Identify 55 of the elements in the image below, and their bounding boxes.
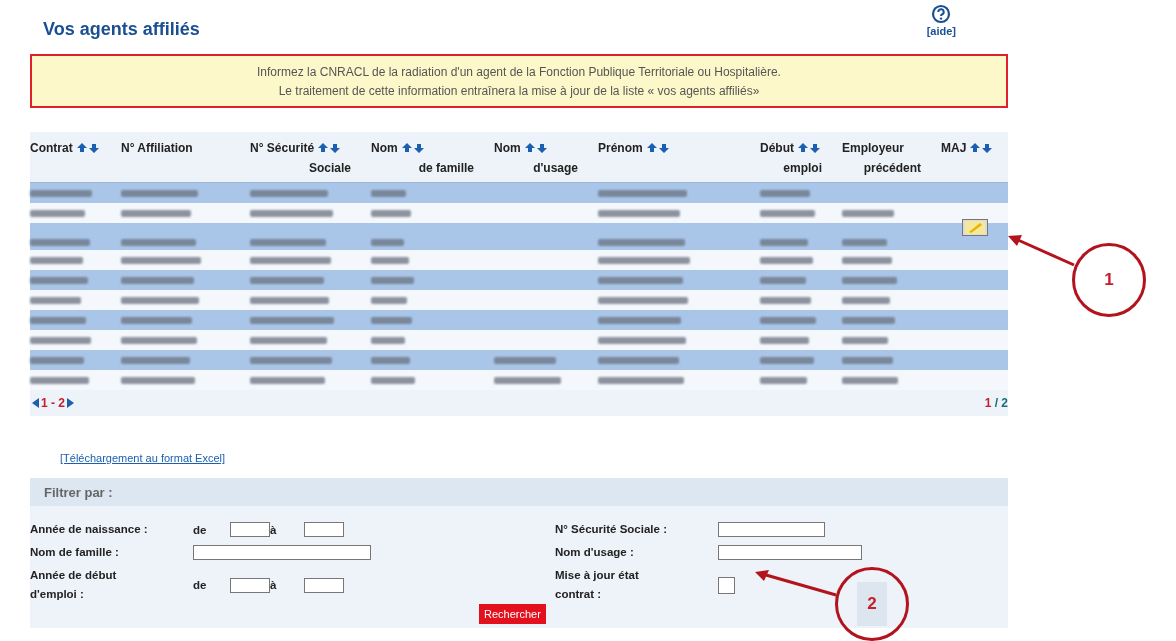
- range-to-label: à: [270, 523, 278, 536]
- range-from-label: de: [193, 523, 208, 536]
- field-label: Mise à jour état contrat :: [555, 568, 640, 602]
- to-field[interactable]: [304, 577, 344, 593]
- sort-arrows-icon[interactable]: [318, 143, 341, 153]
- excel-download-link[interactable]: [Téléchargement au format Excel]: [60, 452, 226, 464]
- field-label: Année de naissance :: [30, 522, 149, 537]
- column-header: N° Affiliation: [121, 140, 193, 157]
- column-header: précédent: [863, 160, 921, 177]
- help-icon[interactable]: [931, 4, 952, 24]
- edit-button[interactable]: [961, 219, 988, 236]
- column-header: d'usage: [533, 160, 578, 177]
- column-header: de famille: [418, 160, 474, 177]
- notice-text: Le traitement de cette information entraînera la mise à jour de la liste « vos agents affiliés»: [277, 84, 761, 98]
- filter-title: Filtrer par :: [44, 484, 113, 500]
- page-range[interactable]: 1 - 2: [41, 396, 65, 410]
- column-header: emploi: [783, 160, 822, 177]
- next-arrow-icon[interactable]: [67, 398, 74, 408]
- column-header: Employeur: [842, 140, 904, 157]
- sort-arrows-icon[interactable]: [798, 143, 820, 153]
- column-header[interactable]: Prénom: [598, 138, 643, 158]
- text-field[interactable]: [718, 545, 862, 560]
- column-header[interactable]: N° Sécurité: [250, 138, 315, 158]
- previous-arrow-icon[interactable]: [32, 398, 39, 408]
- callout-number: 2: [857, 582, 887, 626]
- column-header[interactable]: Contrat: [30, 138, 73, 158]
- field-label: Année de début d'emploi :: [30, 568, 118, 602]
- sort-arrows-icon[interactable]: [646, 143, 669, 153]
- column-header[interactable]: Nom: [494, 138, 521, 158]
- field-label: Nom d'usage :: [555, 545, 635, 560]
- text-field[interactable]: [718, 522, 825, 537]
- column-header[interactable]: Nom: [371, 138, 398, 158]
- from-field[interactable]: [230, 577, 270, 593]
- column-header: Sociale: [308, 160, 351, 177]
- sort-arrows-icon[interactable]: [524, 143, 547, 153]
- sort-arrows-icon[interactable]: [76, 143, 99, 153]
- help-link[interactable]: [aide]: [926, 25, 956, 37]
- checkbox[interactable]: [718, 576, 735, 594]
- page-count: 1 / 2: [984, 396, 1008, 410]
- notice-text: Informez la CNRACL de la radiation d'un agent de la Fonction Publique Territoriale ou Hospitalière.: [256, 65, 782, 79]
- from-field[interactable]: [230, 522, 270, 537]
- column-header[interactable]: MAJ: [941, 138, 967, 158]
- field-label: N° Sécurité Sociale :: [555, 522, 668, 537]
- sort-arrows-icon[interactable]: [401, 143, 424, 153]
- search-button[interactable]: Rechercher: [479, 604, 546, 624]
- column-header[interactable]: Début: [760, 138, 794, 158]
- range-to-label: à: [270, 579, 278, 591]
- sort-arrows-icon[interactable]: [970, 143, 993, 153]
- field-label: Nom de famille :: [30, 545, 120, 560]
- pencil-icon: [964, 221, 985, 234]
- callout-number: 1: [1104, 270, 1114, 290]
- text-field[interactable]: [193, 545, 371, 560]
- page-title: Vos agents affiliés: [43, 19, 200, 40]
- range-from-label: de: [193, 579, 208, 591]
- to-field[interactable]: [304, 522, 344, 537]
